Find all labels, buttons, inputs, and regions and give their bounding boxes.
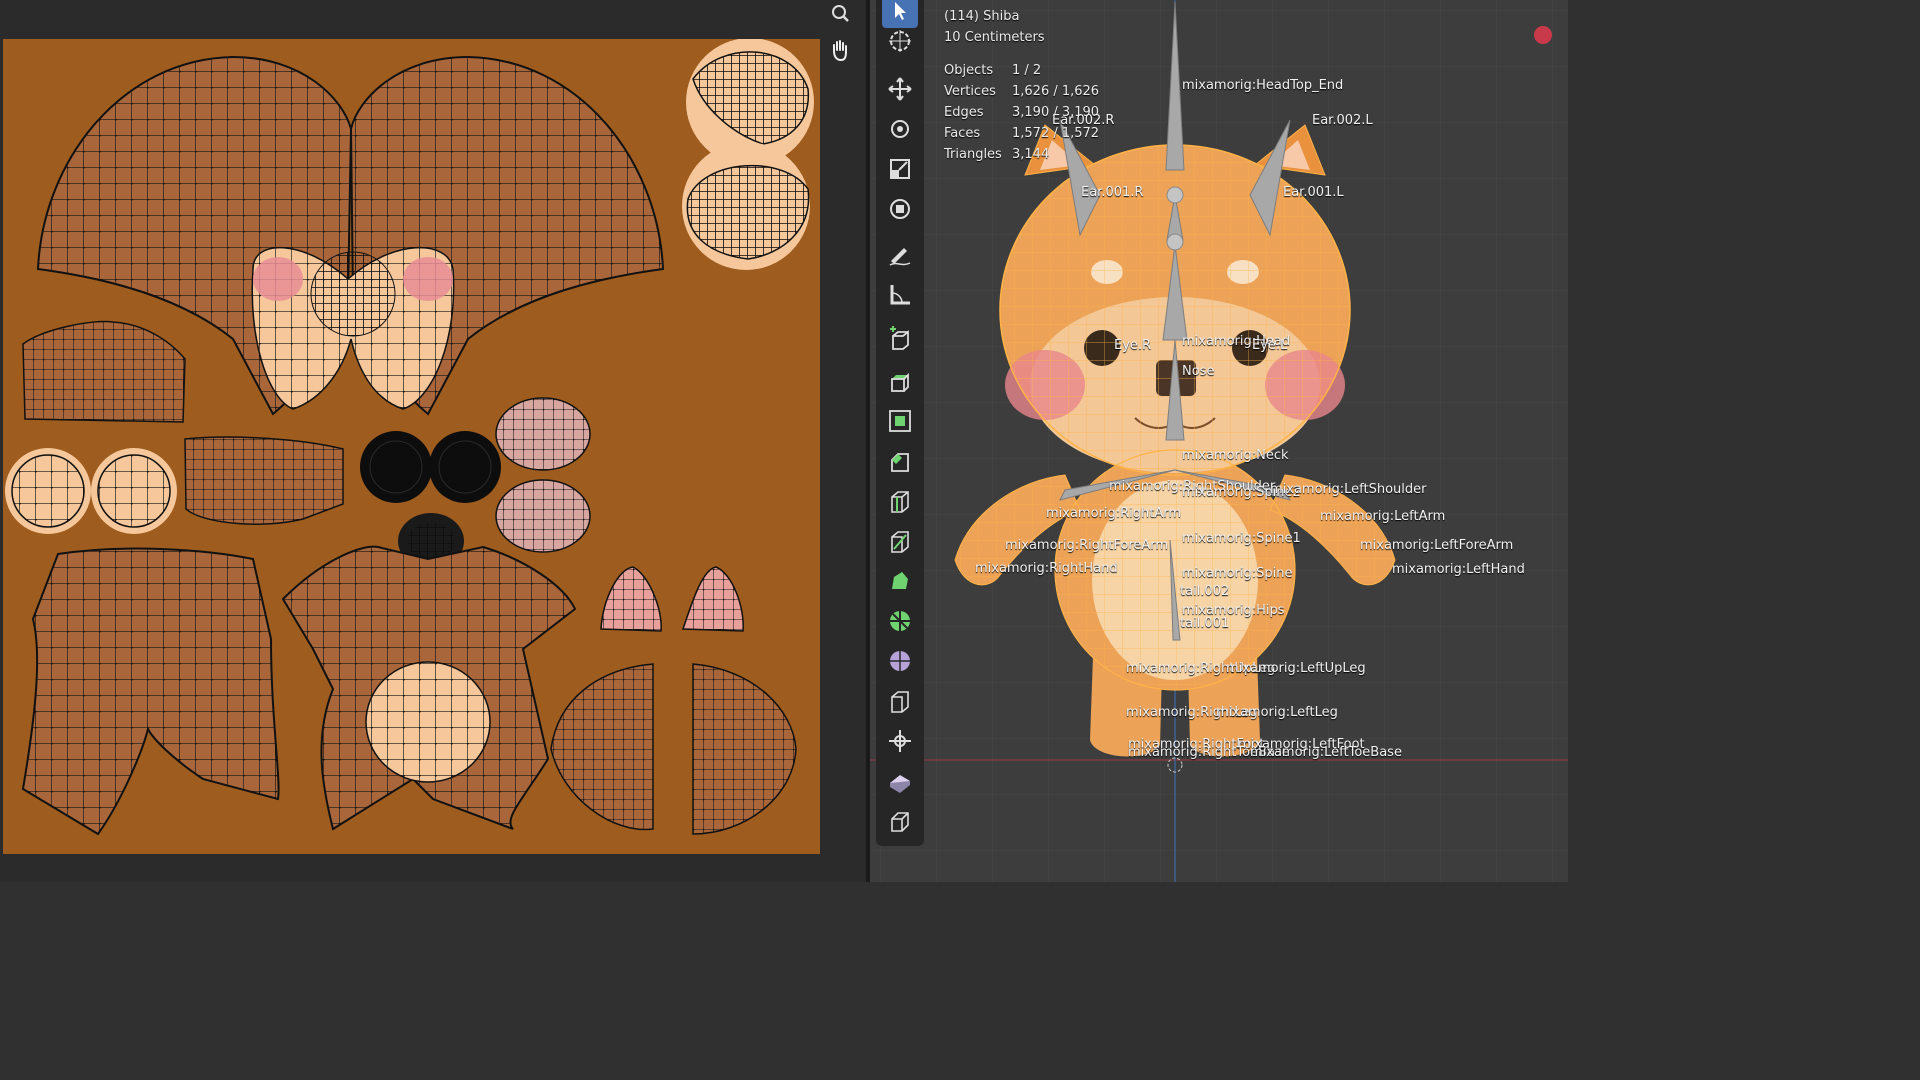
bone-label: mixamorig:RightForeArm <box>1005 538 1169 553</box>
uv-island-back <box>21 547 280 836</box>
uv-island-ear-left <box>600 566 662 632</box>
stat-value: 1,626 / 1,626 <box>1012 84 1100 99</box>
inset-icon[interactable] <box>882 404 918 438</box>
scale-icon[interactable] <box>882 152 918 186</box>
uv-island-pad-bottom <box>682 142 810 270</box>
extrude-icon[interactable] <box>882 364 918 398</box>
bevel-icon[interactable] <box>882 444 918 478</box>
rotate-icon[interactable] <box>882 112 918 146</box>
uv-navigation <box>826 0 854 72</box>
bone-label: Eye.L <box>1252 338 1288 353</box>
stat-key: Faces <box>944 126 981 141</box>
spin-icon[interactable] <box>882 604 918 638</box>
bone-label: mixamorig:Spine1 <box>1182 531 1301 546</box>
bone-label: mixamorig:LeftArm <box>1320 509 1446 524</box>
move-icon[interactable] <box>882 72 918 106</box>
bone-label: tail.001 <box>1180 616 1230 631</box>
bone-label: Ear.001.R <box>1081 185 1144 200</box>
uv-island-strip-left <box>22 320 186 423</box>
bone-label: Nose <box>1182 364 1215 379</box>
smooth-icon[interactable] <box>882 644 918 678</box>
hand-pan-icon[interactable] <box>826 36 854 64</box>
bone-label: mixamorig:LeftHand <box>1392 562 1525 577</box>
stat-value: 3,144 <box>1012 147 1050 162</box>
uv-island-leg-right <box>692 663 797 835</box>
bone-label: mixamorig:HeadTop_End <box>1182 78 1344 93</box>
uv-island-ear-right <box>681 566 744 632</box>
3d-viewport[interactable]: (114) Shiba 10 Centimeters Objects 1 / 2 … <box>870 0 1568 882</box>
uv-islands <box>5 39 814 836</box>
navigation-gizmo-x-axis[interactable] <box>1534 26 1552 44</box>
stat-value: 1 / 2 <box>1012 63 1042 78</box>
uv-island-paw-right <box>91 448 177 534</box>
bone-label: mixamorig:LeftForeArm <box>1360 538 1514 553</box>
measure-icon[interactable] <box>882 278 918 312</box>
bone-label: mixamorig:RightHand <box>975 561 1118 576</box>
uv-island-inner-ear-top <box>495 397 591 471</box>
edge-slide-icon[interactable] <box>882 684 918 718</box>
bone-label: mixamorig:Neck <box>1182 448 1289 463</box>
grid-scale: 10 Centimeters <box>944 30 1045 45</box>
shear-icon[interactable] <box>882 764 918 798</box>
stat-key: Objects <box>944 63 994 78</box>
stat-key: Triangles <box>944 147 1002 162</box>
viewport-stats-overlay: (114) Shiba 10 Centimeters Objects 1 / 2 … <box>944 6 1099 165</box>
uv-island-strip-middle <box>184 436 344 525</box>
rip-icon[interactable] <box>882 804 918 838</box>
bone-label: mixamorig:LeftUpLeg <box>1226 661 1366 676</box>
uv-island-paw-left <box>5 448 91 534</box>
stat-key: Edges <box>944 105 984 120</box>
cursor-icon[interactable] <box>882 24 918 58</box>
annotate-icon[interactable] <box>882 238 918 272</box>
loop-cut-icon[interactable] <box>882 484 918 518</box>
bone-label: mixamorig:LeftShoulder <box>1270 482 1427 497</box>
zoom-icon[interactable] <box>826 0 854 28</box>
bone-label: Ear.002.L <box>1312 113 1373 128</box>
uv-island-leg-left <box>550 663 654 831</box>
bone-label: tail.002 <box>1180 584 1230 599</box>
shrink-fatten-icon[interactable] <box>882 724 918 758</box>
bone-label: Eye.R <box>1114 338 1152 353</box>
transform-icon[interactable] <box>882 192 918 226</box>
uv-editor[interactable] <box>0 0 866 882</box>
tool-shelf <box>876 0 924 846</box>
bone-label: mixamorig:LeftToeBase <box>1250 745 1402 760</box>
uv-texture-canvas[interactable] <box>3 39 820 854</box>
bone-label: Ear.001.L <box>1283 185 1344 200</box>
bone-label: mixamorig:Spine <box>1182 566 1293 581</box>
bone-label: mixamorig:RightArm <box>1046 506 1182 521</box>
uv-island-inner-ear-bottom <box>495 479 591 553</box>
bone-label: Ear.002.R <box>1052 113 1115 128</box>
bone-label: mixamorig:LeftLeg <box>1216 705 1338 720</box>
uv-island-front-body <box>281 545 577 831</box>
object-name: (114) Shiba <box>944 9 1020 24</box>
add-cube-icon[interactable] <box>882 322 918 356</box>
knife-icon[interactable] <box>882 524 918 558</box>
stat-key: Vertices <box>944 84 996 99</box>
poly-build-icon[interactable] <box>882 564 918 598</box>
uv-island-face <box>251 246 455 410</box>
